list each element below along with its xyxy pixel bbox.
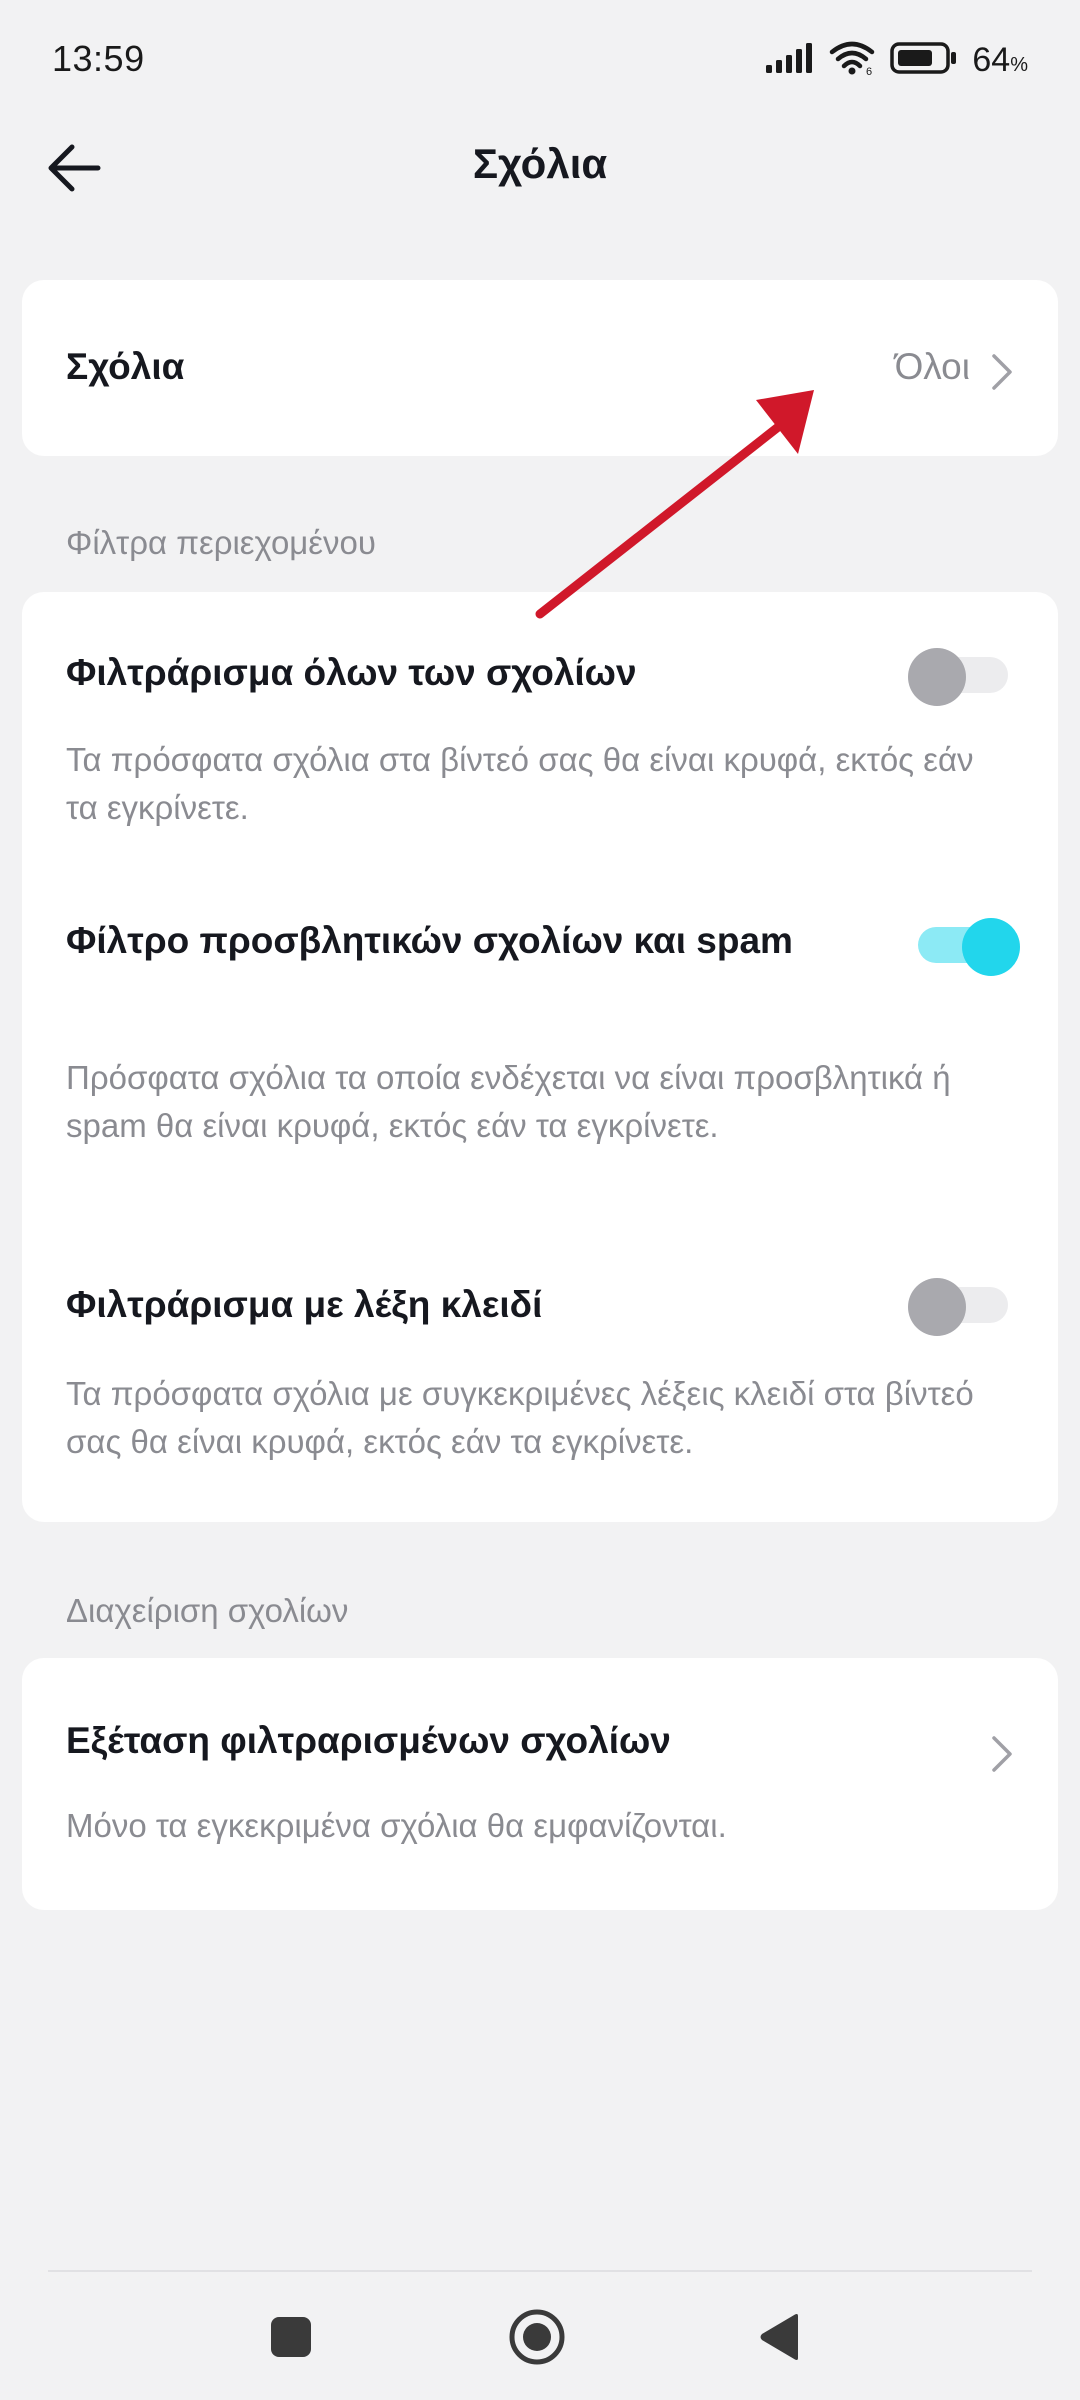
filter-keywords-title: Φιλτράρισμα με λέξη κλειδί [66,1284,543,1325]
comments-setting-label: Σχόλια [66,346,185,387]
review-filtered-comments-description: Μόνο τα εγκεκριμένα σχόλια θα εμφανίζοντ… [66,1807,727,1844]
chevron-right-icon [988,1734,1016,1774]
annotation-arrow-icon [535,390,814,619]
filter-offensive-spam-title: Φίλτρο προσβλητικών σχολίων και spam [66,920,793,961]
signal-icon [766,42,814,78]
filter-all-comments-description: Τα πρόσφατα σχόλια στα βίντεό σας θα είν… [66,741,974,826]
review-filtered-comments-row[interactable]: Εξέταση φιλτραρισμένων σχολίων Μόνο τα ε… [22,1658,1058,1910]
comments-setting-value: Όλοι [894,346,970,387]
status-icons: 6 64% [766,40,1028,80]
battery-icon [890,41,958,80]
filter-offensive-spam-toggle[interactable] [908,918,1020,976]
toggle-knob [908,1278,966,1336]
page-title: Σχόλια [472,140,608,187]
svg-text:6: 6 [866,66,872,76]
battery-percent: 64% [972,40,1028,79]
toggle-knob [962,918,1020,976]
content-filters-card: Φιλτράρισμα όλων των σχολίων Τα πρόσφατα… [22,592,1058,1522]
square-recents-icon [271,2317,311,2357]
filter-all-comments-toggle[interactable] [908,648,1012,706]
section-content-filters: Φίλτρα περιεχομένου [66,524,376,561]
chevron-right-icon [988,352,1016,392]
home-button[interactable] [502,2302,572,2372]
circle-home-icon [509,2309,565,2365]
filter-keywords-toggle[interactable] [908,1278,1012,1336]
review-filtered-comments-title: Εξέταση φιλτραρισμένων σχολίων [66,1720,671,1761]
nav-bar [0,2272,1080,2400]
top-bar: Σχόλια [0,124,1080,214]
filter-offensive-spam-description: Πρόσφατα σχόλια τα οποία ενδέχεται να εί… [66,1059,951,1144]
status-time: 13:59 [52,38,145,79]
back-nav-button[interactable] [744,2302,814,2372]
toggle-knob [908,648,966,706]
section-comment-management: Διαχείριση σχολίων [66,1592,349,1629]
wifi-icon: 6 [828,40,876,81]
recents-button[interactable] [256,2302,326,2372]
filter-keywords-description: Τα πρόσφατα σχόλια με συγκεκριμένες λέξε… [66,1375,974,1460]
triangle-back-icon [760,2314,798,2360]
status-bar: 13:59 6 64% [0,0,1080,124]
filter-all-comments-title: Φιλτράρισμα όλων των σχολίων [66,652,637,693]
